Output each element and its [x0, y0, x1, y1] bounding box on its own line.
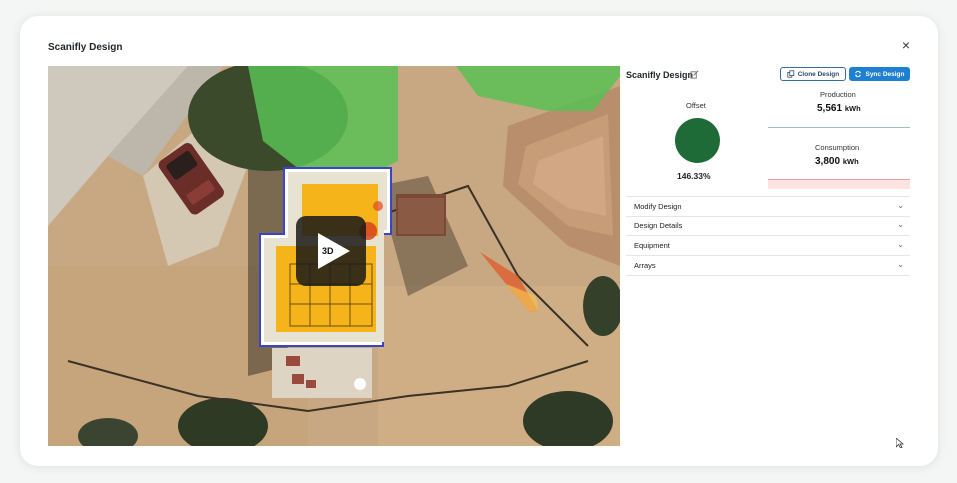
section-modify-design[interactable]: Modify Design ⌄ — [626, 196, 910, 217]
design-modal: Scanifly Design × 3D Scanifly Design Clo… — [36, 30, 919, 448]
consumption-label: Consumption — [815, 143, 860, 152]
clone-design-label: Clone Design — [797, 70, 840, 78]
section-equipment[interactable]: Equipment ⌄ — [626, 236, 910, 256]
mouse-pointer-icon — [896, 438, 904, 448]
offset-label: Offset — [686, 101, 706, 110]
sync-design-button[interactable]: Sync Design — [849, 67, 910, 81]
play-3d-button[interactable]: 3D — [296, 216, 366, 286]
design-name: Scanifly Design — [626, 70, 694, 80]
chevron-down-icon: ⌄ — [897, 220, 904, 229]
design-details-panel: Scanifly Design Clone Design Sync Design… — [626, 66, 910, 446]
chevron-down-icon: ⌄ — [897, 201, 904, 210]
consumption-chart — [768, 179, 910, 189]
production-value: 5,561 kWh — [817, 103, 861, 114]
offset-indicator — [675, 118, 720, 163]
offset-value: 146.33% — [677, 171, 711, 181]
sync-icon — [855, 70, 862, 78]
clone-design-button[interactable]: Clone Design — [780, 67, 846, 81]
section-label: Equipment — [634, 241, 670, 250]
section-label: Design Details — [634, 221, 683, 230]
aerial-map-view[interactable]: 3D — [48, 66, 620, 446]
production-label: Production — [820, 90, 856, 99]
consumption-number: 3,800 — [815, 156, 841, 167]
modal-title: Scanifly Design — [48, 42, 123, 53]
edit-icon[interactable] — [690, 70, 699, 79]
chevron-down-icon: ⌄ — [897, 260, 904, 269]
sync-design-label: Sync Design — [865, 70, 905, 78]
play-3d-label: 3D — [322, 246, 334, 256]
section-label: Modify Design — [634, 202, 682, 211]
production-chart — [768, 127, 910, 128]
section-arrays[interactable]: Arrays ⌄ — [626, 256, 910, 276]
section-label: Arrays — [634, 261, 656, 270]
copy-icon — [787, 70, 794, 78]
consumption-value: 3,800 kWh — [815, 156, 859, 167]
consumption-unit: kWh — [842, 157, 859, 166]
section-design-details[interactable]: Design Details ⌄ — [626, 216, 910, 236]
chevron-down-icon: ⌄ — [897, 240, 904, 249]
production-number: 5,561 — [817, 103, 843, 114]
close-icon[interactable]: × — [899, 38, 913, 52]
production-unit: kWh — [844, 104, 861, 113]
